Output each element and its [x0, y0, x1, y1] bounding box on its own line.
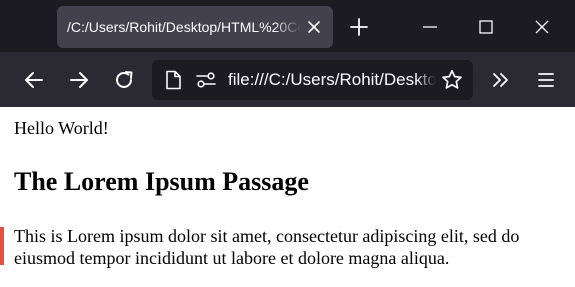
reload-icon[interactable] [113, 69, 135, 91]
back-arrow-icon[interactable] [23, 69, 45, 91]
lorem-paragraph: This is Lorem ipsum dolor sit amet, cons… [14, 226, 520, 268]
tab-close-icon[interactable] [307, 20, 321, 34]
forward-arrow-icon[interactable] [68, 69, 90, 91]
page-heading: The Lorem Ipsum Passage [14, 167, 309, 196]
hello-text: Hello World! [14, 118, 109, 138]
permissions-icon[interactable] [196, 71, 216, 89]
active-tab[interactable]: /C:/Users/Rohit/Desktop/HTML%20Code.html [57, 6, 333, 48]
maximize-icon[interactable] [478, 19, 494, 35]
left-edge-accent [0, 227, 4, 265]
hamburger-menu-icon[interactable] [535, 69, 557, 91]
address-bar[interactable]: file:///C:/Users/Rohit/Desktop/HTML%20Co… [152, 60, 473, 100]
page-content: Hello World! The Lorem Ipsum Passage Thi… [0, 107, 575, 287]
page-icon[interactable] [164, 70, 182, 90]
url-text[interactable]: file:///C:/Users/Rohit/Desktop/HTML%20Co… [228, 60, 436, 100]
tab-bar: /C:/Users/Rohit/Desktop/HTML%20Code.html [0, 0, 575, 52]
bookmark-star-icon[interactable] [441, 69, 463, 91]
tab-title: /C:/Users/Rohit/Desktop/HTML%20Code.html [67, 19, 301, 35]
navigation-toolbar: file:///C:/Users/Rohit/Desktop/HTML%20Co… [0, 52, 575, 107]
window-close-icon[interactable] [534, 19, 550, 35]
minimize-icon[interactable] [422, 19, 438, 35]
overflow-chevrons-icon[interactable] [490, 69, 512, 91]
new-tab-plus-icon[interactable] [349, 17, 369, 37]
